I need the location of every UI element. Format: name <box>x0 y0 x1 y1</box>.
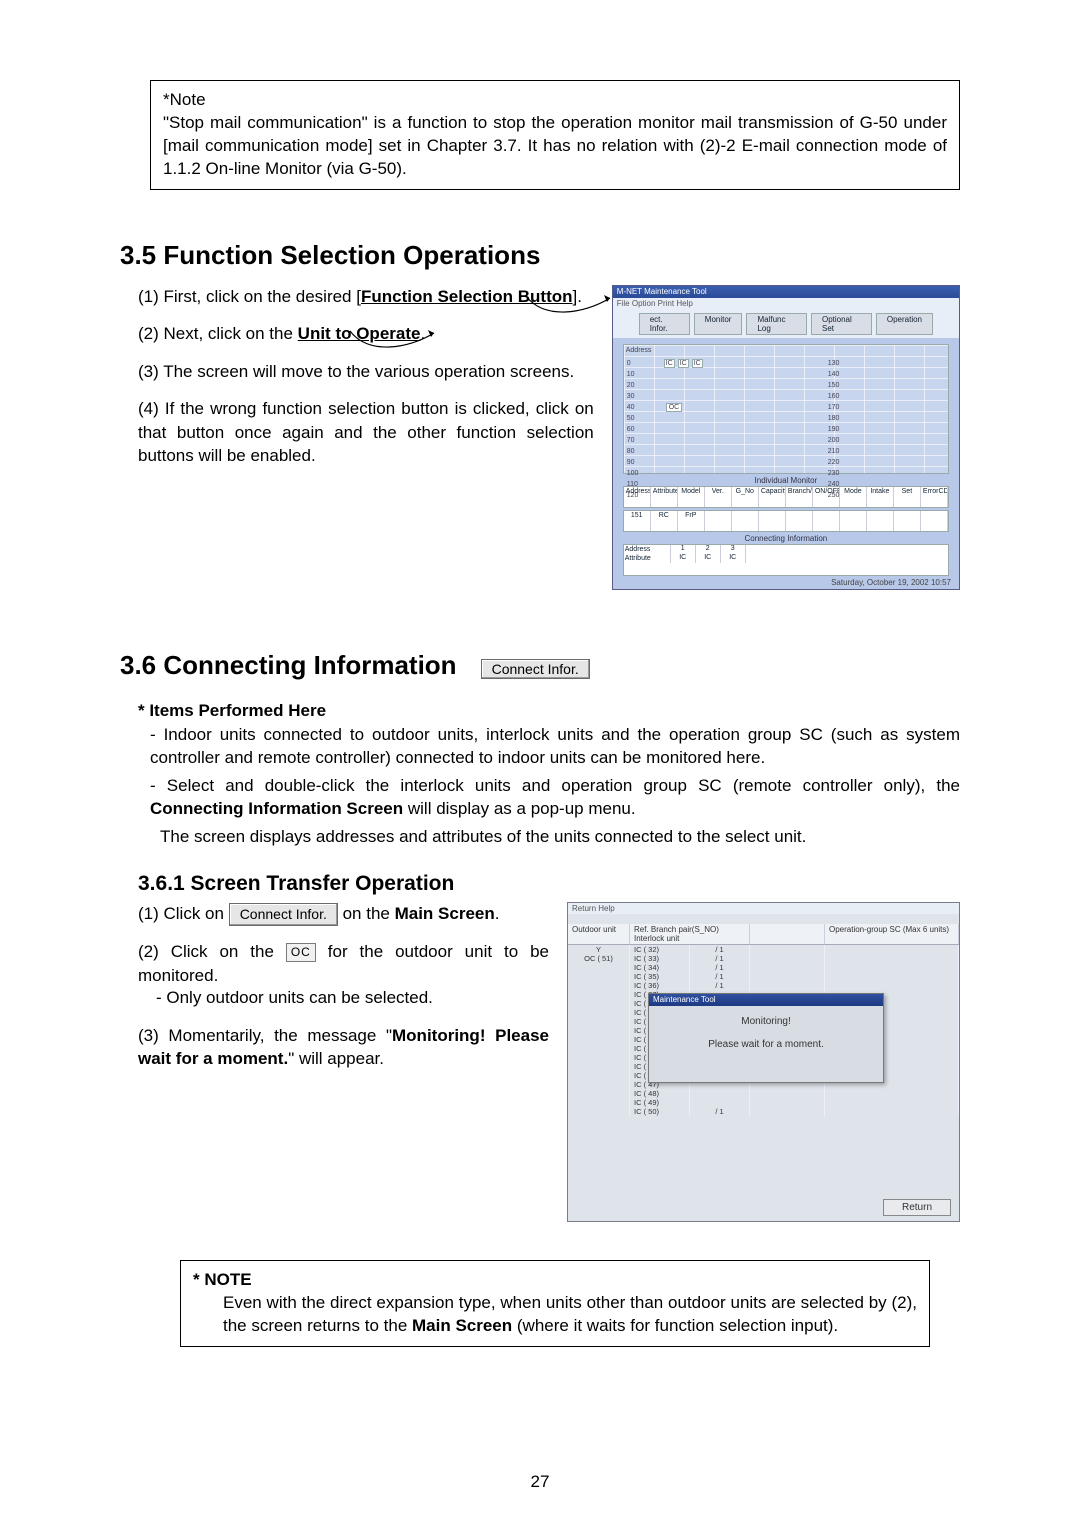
note-box-2: * NOTE Even with the direct expansion ty… <box>180 1260 930 1347</box>
shot1-table2: Address 1 2 3 Attribute IC IC IC <box>623 544 949 576</box>
shot1-grid: Address 0102030405060708090100110120 130… <box>623 344 949 474</box>
shot1-tab[interactable]: Operation <box>876 313 933 335</box>
items-body: - Indoor units connected to outdoor unit… <box>120 723 960 848</box>
shot1-menubar: File Option Print Help <box>613 298 959 310</box>
return-button[interactable]: Return <box>883 1199 951 1216</box>
connect-infor-button[interactable]: Connect Infor. <box>481 659 590 679</box>
shot2-menubar: Return Help <box>568 903 959 914</box>
shot1-table-header: AddressAttributeModelVer.G_NoCapacityBra… <box>623 486 949 508</box>
shot1-tab[interactable]: ect. Infor. <box>639 313 690 335</box>
note-title: *Note <box>163 89 947 112</box>
note2-title: * NOTE <box>193 1269 917 1292</box>
s35-item-3: (3) The screen will move to the various … <box>138 360 594 383</box>
page-number: 27 <box>0 1472 1080 1492</box>
shot1-titlebar: M-NET Maintenance Tool <box>613 286 959 298</box>
note-box-stop-mail: *Note "Stop mail communication" is a fun… <box>150 80 960 190</box>
shot1-connecting-label: Connecting Information <box>623 534 949 543</box>
shot1-tab[interactable]: Monitor <box>694 313 743 335</box>
s35-item-2: (2) Next, click on the Unit to Operate. <box>138 322 594 345</box>
modal-line2: Please wait for a moment. <box>649 1039 883 1050</box>
s361-item-3: (3) Momentarily, the message "Monitoring… <box>138 1024 549 1071</box>
oc-chip[interactable]: OC <box>286 943 316 962</box>
screenshot-main-screen: M-NET Maintenance Tool File Option Print… <box>612 285 960 590</box>
modal-titlebar: Maintenance Tool <box>649 994 883 1006</box>
shot2-headers: Outdoor unit Ref. Branch pair(S_NO) Inte… <box>568 924 959 945</box>
s35-item-4: (4) If the wrong function selection butt… <box>138 397 594 467</box>
monitoring-modal: Maintenance Tool Monitoring! Please wait… <box>648 993 884 1083</box>
shot1-oc-cell[interactable]: OC <box>666 403 683 412</box>
s35-item-1: (1) First, click on the desired [Functio… <box>138 285 594 308</box>
s361-item-1: (1) Click on Connect Infor. on the Main … <box>138 902 549 926</box>
heading-3-5: 3.5 Function Selection Operations <box>120 240 960 271</box>
screenshot-connecting-info: Return Help Outdoor unit Ref. Branch pai… <box>567 902 960 1222</box>
items-performed-here: * Items Performed Here <box>138 701 960 721</box>
shot1-status-text: Saturday, October 19, 2002 10:57 <box>831 578 951 587</box>
shot1-tab[interactable]: Optional Set <box>811 313 872 335</box>
note2-body: Even with the direct expansion type, whe… <box>193 1292 917 1338</box>
shot1-table-row: 151RCFrP <box>623 510 949 532</box>
note-body: "Stop mail communication" is a function … <box>163 112 947 181</box>
heading-3-6: 3.6 Connecting Information <box>120 650 457 681</box>
connect-infor-button-inline[interactable]: Connect Infor. <box>229 903 338 926</box>
s361-item-2: (2) Click on the OC for the outdoor unit… <box>138 940 549 1010</box>
modal-line1: Monitoring! <box>649 1016 883 1027</box>
shot1-tab[interactable]: Malfunc Log <box>746 313 807 335</box>
shot1-tabbar: ect. Infor. Monitor Malfunc Log Optional… <box>613 310 959 338</box>
heading-3-6-1: 3.6.1 Screen Transfer Operation <box>138 872 960 896</box>
shot1-individual-monitor-label: Individual Monitor <box>623 476 949 485</box>
